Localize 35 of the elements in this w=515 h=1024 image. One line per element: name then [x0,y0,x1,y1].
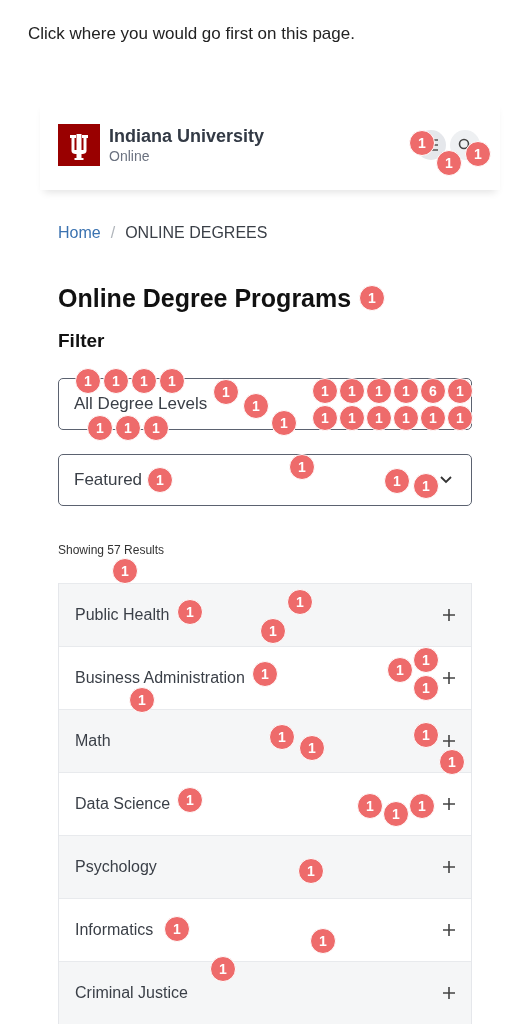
click-count-overlay: 1 [112,558,138,584]
click-count-overlay: 1 [312,378,338,404]
click-count-overlay: 1 [447,378,473,404]
click-count-overlay: 1 [413,473,439,499]
click-count-overlay: 1 [339,378,365,404]
filter-heading: Filter [58,330,105,352]
click-count-overlay: 1 [312,405,338,431]
click-count-overlay: 1 [339,405,365,431]
instruction-text: Click where you would go first on this page. [28,24,355,43]
click-count-overlay: 1 [115,415,141,441]
click-count-overlay: 1 [271,410,297,436]
click-count-overlay: 1 [103,368,129,394]
page-title: Online Degree Programs [58,284,352,312]
click-count-overlay: 1 [420,405,446,431]
click-count-overlay: 1 [447,405,473,431]
click-count-overlay: 1 [393,405,419,431]
breadcrumb-separator: / [110,223,116,243]
click-count-overlay: 1 [366,378,392,404]
breadcrumb-current: ONLINE DEGREES [125,223,268,243]
click-count-overlay: 1 [384,468,410,494]
click-count-overlay: 1 [159,368,185,394]
click-count-overlay: 1 [243,393,269,419]
click-count-overlay: 1 [147,467,173,493]
click-count-overlay: 1 [359,285,385,311]
click-count-overlay: 1 [75,368,101,394]
click-count-overlay: 1 [393,378,419,404]
results-count: Showing 57 Results [58,543,165,557]
click-count-overlay: 1 [87,415,113,441]
site-subtitle: Online [109,147,151,165]
click-count-overlay: 6 [420,378,446,404]
click-count-overlay: 1 [131,368,157,394]
click-count-overlay: 1 [289,454,315,480]
click-count-overlay: 1 [213,379,239,405]
click-count-overlay: 1 [366,405,392,431]
click-count-overlay: 1 [143,415,169,441]
